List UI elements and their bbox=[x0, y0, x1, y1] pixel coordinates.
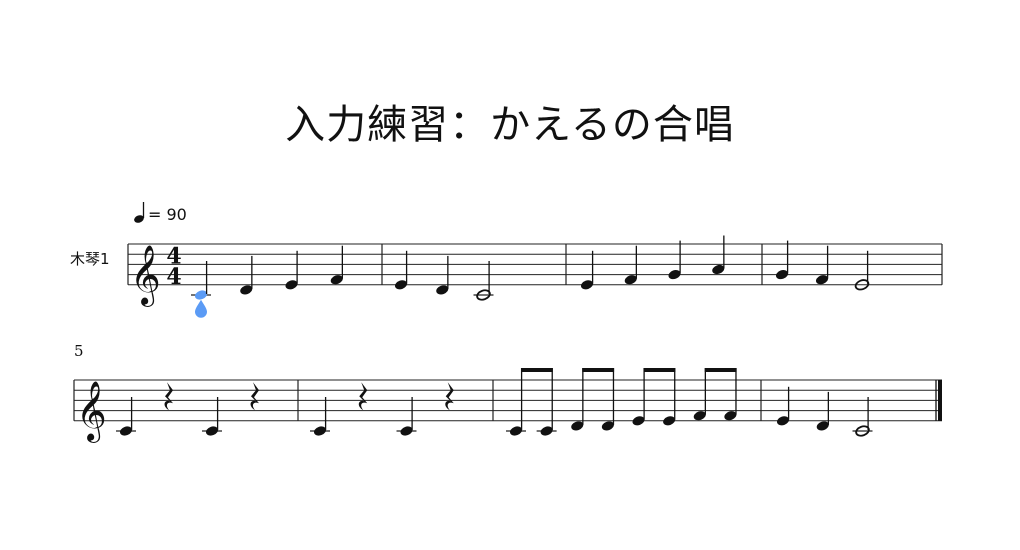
score-canvas: 入力練習：かえるの合唱 𝄞 4 4 𝄞 = 90 木琴1 5 bbox=[0, 0, 1020, 550]
quarter-rest bbox=[445, 382, 454, 411]
input-cursor-drop[interactable] bbox=[195, 299, 207, 318]
tempo-marking: = 90 bbox=[148, 205, 187, 224]
measure-number: 5 bbox=[74, 342, 84, 360]
quarter-rest bbox=[250, 382, 259, 411]
score-notation: 𝄞 44𝄞= 90木琴15 bbox=[70, 202, 943, 443]
time-signature-bottom: 4 bbox=[166, 264, 181, 290]
quarter-rest bbox=[164, 382, 173, 411]
instrument-label: 木琴1 bbox=[70, 250, 110, 268]
final-barline-thick bbox=[938, 380, 942, 421]
quarter-rest bbox=[358, 382, 368, 411]
treble-clef: 𝄞 bbox=[76, 381, 107, 443]
treble-clef: 𝄞 bbox=[130, 245, 161, 307]
